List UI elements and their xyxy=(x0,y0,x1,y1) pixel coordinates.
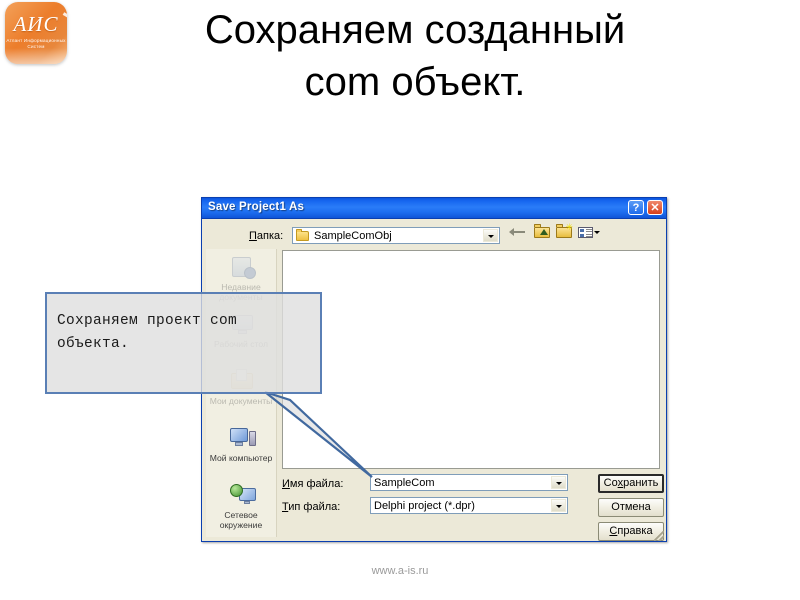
lookin-label-accel: П xyxy=(249,230,257,242)
callout-text: Сохраняем проект com объекта. xyxy=(57,313,238,352)
logo-mark-text: АИС xyxy=(13,12,59,36)
place-my-computer[interactable]: Мой компьютер xyxy=(206,420,276,477)
cancel-button-label: Отмена xyxy=(611,501,651,513)
up-arrow-glyph xyxy=(540,229,548,235)
back-icon[interactable] xyxy=(509,228,525,236)
network-places-icon xyxy=(230,483,256,508)
save-button-before: Со xyxy=(603,477,618,489)
slide-canvas: АИС Атлант Информационных Систем Сохраня… xyxy=(0,0,800,600)
place-label: Мой компьютер xyxy=(209,453,273,463)
close-icon[interactable]: ✕ xyxy=(647,200,663,215)
file-name-label-accel: И xyxy=(282,478,290,490)
chevron-down-icon[interactable] xyxy=(594,231,600,234)
place-network[interactable]: Сетевое окружение xyxy=(206,477,276,534)
file-type-label: Тип файла: xyxy=(282,501,340,513)
slide-title: Сохраняем созданный com объект. xyxy=(204,8,626,104)
lookin-label: Папка: xyxy=(249,230,283,242)
file-name-label: Имя файла: xyxy=(282,478,343,490)
new-folder-icon[interactable]: ✳ xyxy=(556,222,573,239)
recent-documents-icon xyxy=(230,255,256,280)
file-type-select[interactable]: Delphi project (*.dpr) xyxy=(370,497,568,514)
file-name-value: SampleCom xyxy=(374,477,435,489)
my-computer-icon xyxy=(230,426,256,451)
folder-icon xyxy=(296,229,309,241)
footer-url: www.a-is.ru xyxy=(371,565,429,577)
lookin-combo[interactable]: SampleComObj xyxy=(292,227,500,244)
file-type-value: Delphi project (*.dpr) xyxy=(374,500,475,512)
file-name-input[interactable]: SampleCom xyxy=(370,474,568,491)
save-button[interactable]: Сохранить xyxy=(598,474,664,493)
up-folder-icon[interactable] xyxy=(534,224,551,239)
file-type-label-rest: ип файла: xyxy=(288,501,341,513)
help-button-after: правка xyxy=(617,525,653,537)
views-grid xyxy=(578,227,593,238)
logo-glare xyxy=(5,48,67,64)
chevron-down-icon[interactable] xyxy=(483,229,498,242)
sparkle-glyph: ✳ xyxy=(565,222,573,232)
chevron-down-icon[interactable] xyxy=(551,476,566,489)
resize-grip[interactable] xyxy=(654,531,664,541)
dialog-titlebar[interactable]: Save Project1 As ? ✕ xyxy=(202,198,666,219)
place-label: Сетевое окружение xyxy=(219,510,263,530)
cancel-button[interactable]: Отмена xyxy=(598,498,664,517)
file-list[interactable] xyxy=(282,250,660,469)
company-logo: АИС Атлант Информационных Систем xyxy=(5,2,67,64)
dialog-title-text: Save Project1 As xyxy=(208,201,305,213)
save-button-after: ранить xyxy=(623,477,659,489)
place-label: Мои документы xyxy=(209,396,273,406)
callout-box: Сохраняем проект com объекта. xyxy=(45,292,322,394)
help-icon[interactable]: ? xyxy=(628,200,644,215)
lookin-value: SampleComObj xyxy=(314,230,392,242)
lookin-label-rest: апка: xyxy=(256,230,284,242)
views-icon[interactable] xyxy=(578,224,600,239)
file-name-label-rest: мя файла: xyxy=(289,478,344,490)
chevron-down-icon[interactable] xyxy=(551,499,566,512)
